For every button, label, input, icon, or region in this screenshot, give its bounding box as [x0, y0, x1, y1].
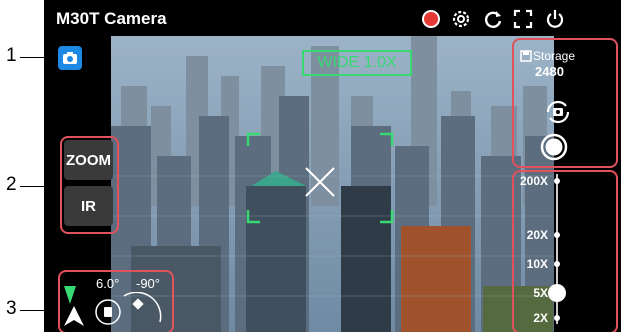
gimbal-yaw: -90° — [136, 276, 160, 291]
storage-label: Storage — [533, 49, 576, 63]
zoom-tick-20x[interactable]: 20X — [510, 228, 548, 242]
top-bar: M30T Camera — [44, 0, 621, 36]
camera-switch-icon — [546, 100, 570, 124]
zoom-tick-5x[interactable]: 5X — [510, 286, 548, 300]
ir-lens-button[interactable]: IR — [64, 186, 113, 226]
zoom-dot-20x — [554, 232, 560, 238]
zoom-lens-button[interactable]: ZOOM — [64, 140, 113, 180]
callout-1: 1 — [6, 45, 17, 66]
focus-frame — [246, 132, 394, 224]
gimbal-dial-icon — [95, 292, 162, 325]
refresh-icon[interactable] — [482, 8, 504, 30]
zoom-dot-2x — [554, 315, 560, 321]
camera-frame: M30T Camera ZOOM IR WIDE 1.0X 6.0° -90° … — [44, 0, 621, 332]
record-icon[interactable] — [420, 8, 442, 30]
aircraft-heading-icon — [64, 286, 84, 326]
zoom-tick-200x[interactable]: 200X — [510, 174, 548, 188]
storage-icon — [520, 50, 532, 62]
lens-mode-label: WIDE 1.0X — [302, 50, 412, 76]
switch-camera-button[interactable] — [544, 98, 572, 126]
zoom-dot-10x — [554, 261, 560, 267]
power-icon[interactable] — [544, 8, 566, 30]
settings-gear-icon[interactable] — [450, 8, 472, 30]
camera-icon — [63, 52, 77, 64]
app-title: M30T Camera — [56, 9, 167, 28]
zoom-slider-panel — [512, 170, 618, 332]
storage-count: 2480 — [535, 64, 564, 79]
callout-3: 3 — [6, 298, 17, 319]
gimbal-pitch: 6.0° — [96, 276, 120, 291]
zoom-slider-handle[interactable] — [548, 284, 566, 302]
fullscreen-icon[interactable] — [512, 8, 534, 30]
camera-mode-button[interactable] — [58, 46, 82, 70]
zoom-dot-200x — [554, 178, 560, 184]
shutter-button[interactable] — [540, 133, 568, 161]
zoom-tick-2x[interactable]: 2X — [510, 311, 548, 325]
callout-2: 2 — [6, 174, 17, 195]
zoom-tick-10x[interactable]: 10X — [510, 257, 548, 271]
lens-mode-text: WIDE 1.0X — [317, 54, 397, 71]
